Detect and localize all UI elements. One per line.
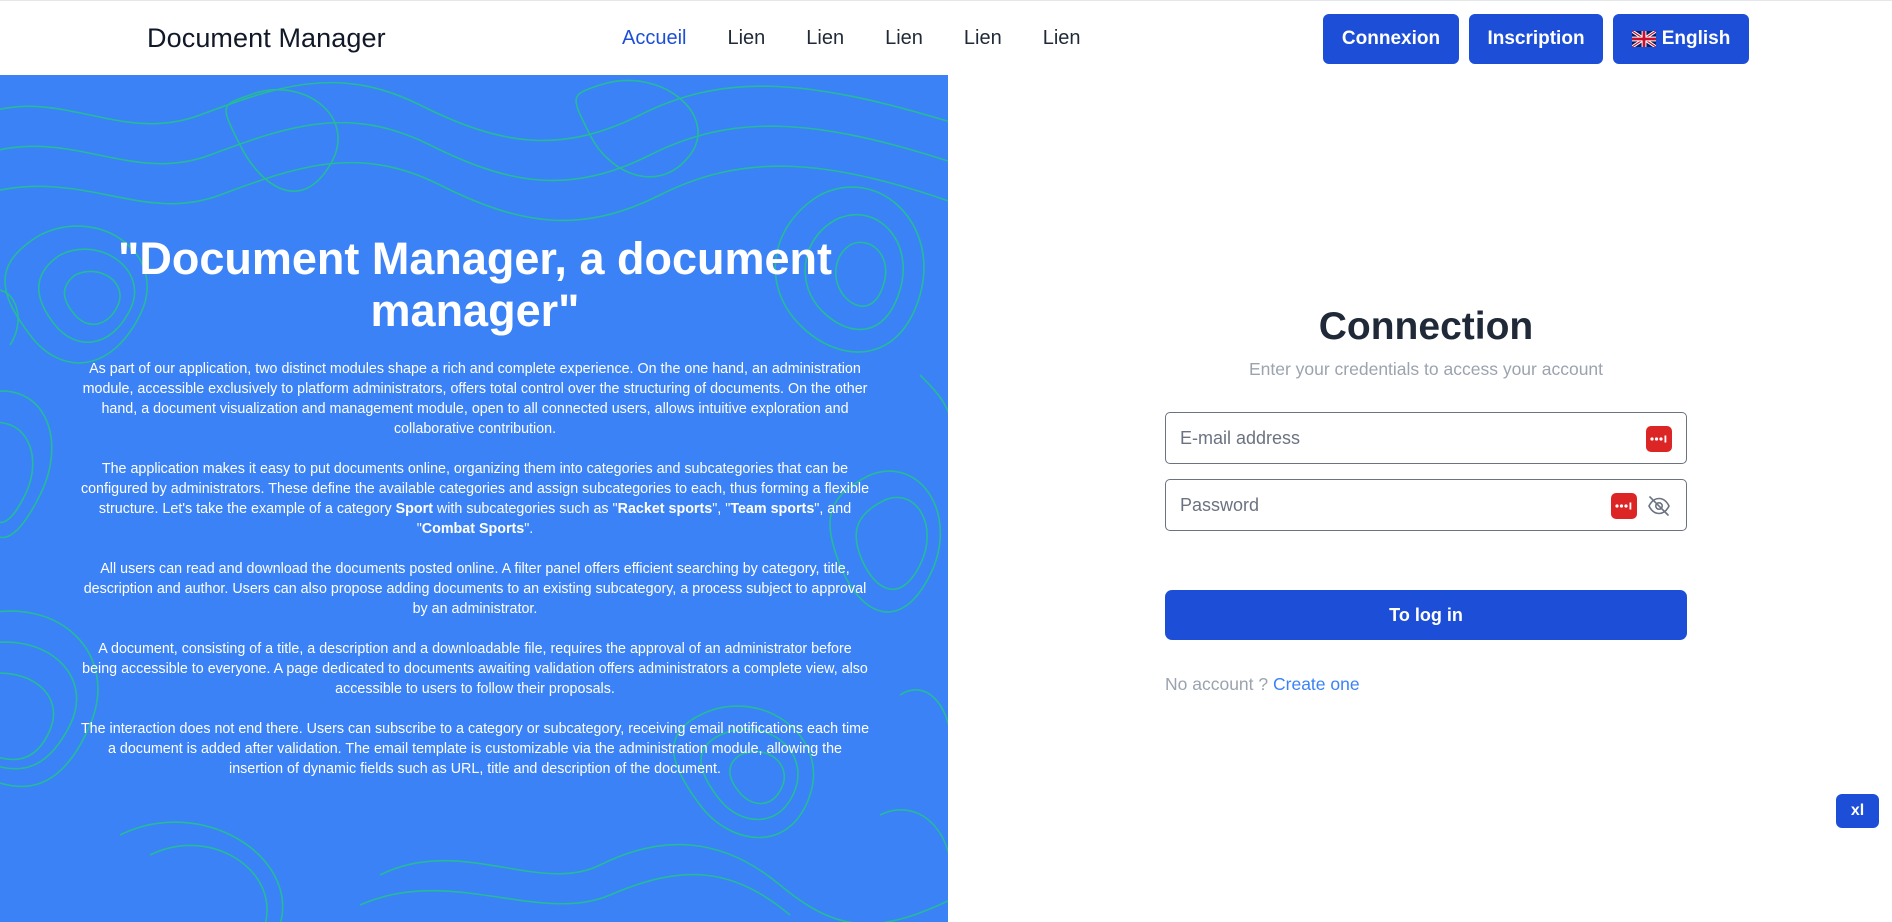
breakpoint-badge: xl bbox=[1836, 794, 1879, 828]
nav-link-accueil[interactable]: Accueil bbox=[622, 27, 686, 50]
password-manager-icon[interactable] bbox=[1646, 426, 1672, 452]
login-nav-button[interactable]: Connexion bbox=[1323, 14, 1459, 64]
hero-paragraph-3: All users can read and download the docu… bbox=[83, 561, 867, 617]
eye-slash-icon[interactable] bbox=[1646, 494, 1672, 518]
login-submit-button[interactable]: To log in bbox=[1165, 590, 1687, 640]
nav-link-3[interactable]: Lien bbox=[885, 27, 923, 50]
top-navbar: Document Manager Accueil Lien Lien Lien … bbox=[0, 0, 1892, 75]
language-label: English bbox=[1661, 28, 1731, 49]
signup-nav-button[interactable]: Inscription bbox=[1469, 14, 1603, 64]
nav-link-4[interactable]: Lien bbox=[964, 27, 1002, 50]
p2-text-e: ". bbox=[524, 521, 534, 537]
login-form: Connection Enter your credentials to acc… bbox=[1165, 305, 1687, 695]
p2-sport: Sport bbox=[395, 501, 433, 517]
nav-link-5[interactable]: Lien bbox=[1043, 27, 1081, 50]
nav-link-2[interactable]: Lien bbox=[806, 27, 844, 50]
no-account-text: No account ? bbox=[1165, 674, 1269, 694]
hero-paragraph-1: As part of our application, two distinct… bbox=[82, 361, 868, 437]
main-nav: Accueil Lien Lien Lien Lien Lien bbox=[622, 27, 1122, 50]
p2-team-sports: Team sports bbox=[730, 501, 815, 517]
hero-panel: "Document Manager, a document manager" A… bbox=[0, 75, 948, 922]
hero-paragraph-2: The application makes it easy to put doc… bbox=[80, 459, 870, 539]
language-button[interactable]: English bbox=[1613, 14, 1749, 64]
password-input[interactable] bbox=[1166, 480, 1686, 530]
login-title: Connection bbox=[1318, 305, 1534, 348]
login-subtitle: Enter your credentials to access your ac… bbox=[1248, 359, 1604, 379]
p2-combat-sports: Combat Sports bbox=[421, 521, 525, 537]
brand-title[interactable]: Document Manager bbox=[147, 23, 386, 54]
password-field-wrapper bbox=[1165, 479, 1687, 531]
uk-flag-icon bbox=[1631, 31, 1656, 47]
signup-prompt: No account ? Create one bbox=[1165, 674, 1687, 695]
password-manager-icon[interactable] bbox=[1611, 493, 1637, 519]
hero-title: "Document Manager, a document manager" bbox=[118, 233, 832, 336]
create-account-link[interactable]: Create one bbox=[1273, 674, 1360, 694]
hero-paragraph-5: The interaction does not end there. User… bbox=[80, 721, 870, 777]
hero-paragraph-4: A document, consisting of a title, a des… bbox=[82, 641, 868, 697]
hero-content: "Document Manager, a document manager" A… bbox=[80, 233, 870, 799]
email-field-wrapper bbox=[1165, 412, 1687, 464]
p2-text-c: ", " bbox=[712, 501, 731, 517]
nav-link-1[interactable]: Lien bbox=[727, 27, 765, 50]
p2-racket-sports: Racket sports bbox=[617, 501, 713, 517]
nav-actions: Connexion Inscription English bbox=[1323, 14, 1749, 64]
email-input[interactable] bbox=[1166, 413, 1686, 463]
p2-text-b: with subcategories such as " bbox=[432, 501, 618, 517]
